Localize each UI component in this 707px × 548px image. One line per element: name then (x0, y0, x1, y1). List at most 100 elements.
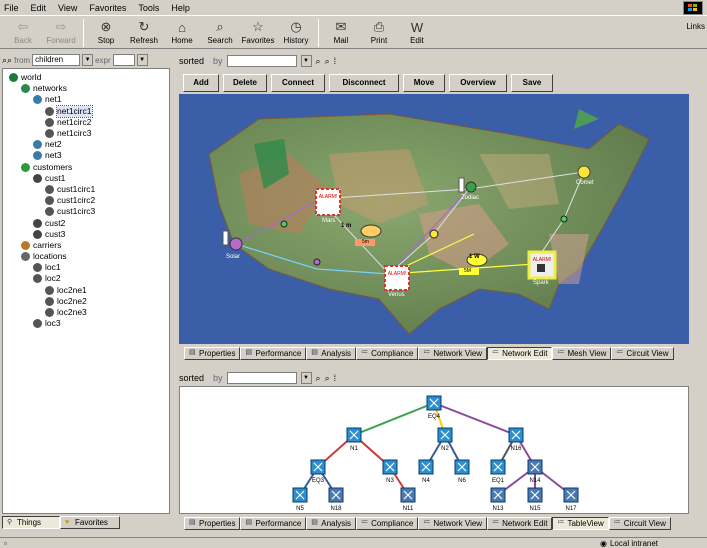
tree-item[interactable]: loc2 (9, 273, 169, 284)
topology-node-n15[interactable]: N15 (527, 487, 543, 512)
tree-item[interactable]: networks (9, 83, 169, 94)
menu-tools[interactable]: Tools (138, 3, 159, 13)
tree-item[interactable]: net1circ2 (9, 117, 169, 128)
binoculars-icon[interactable]: ⌕ (316, 373, 321, 384)
node-zodiac[interactable] (465, 181, 477, 193)
binoculars-icon[interactable]: ⌕⌕ (2, 55, 12, 66)
chevron-down-icon[interactable]: ▼ (82, 54, 94, 66)
node-mars[interactable] (315, 188, 341, 216)
topology-node-n18[interactable]: N18 (328, 487, 344, 512)
tab-properties[interactable]: ▤ Properties (184, 346, 241, 360)
search-button[interactable]: ⌕ Search (201, 17, 239, 45)
sort-icon[interactable]: ⁞ (334, 56, 337, 66)
tab-favorites[interactable]: ♥ Favorites (60, 516, 120, 529)
history-button[interactable]: ◷ History (277, 17, 315, 45)
topology-node-n1[interactable]: N1 (346, 427, 362, 452)
tree-item[interactable]: net2 (9, 139, 169, 150)
stop-button[interactable]: ⊗ Stop (87, 17, 125, 45)
topology-node-n3[interactable]: N3 (382, 459, 398, 484)
save-button[interactable]: Save (511, 74, 553, 92)
menu-view[interactable]: View (58, 3, 77, 13)
topology-node-n5[interactable]: N5 (292, 487, 308, 512)
mail-button[interactable]: ✉ Mail (322, 17, 360, 45)
menu-file[interactable]: File (4, 3, 19, 13)
topology-node-n6[interactable]: N6 (454, 459, 470, 484)
topology-node-eq4[interactable]: EQ4 (426, 395, 442, 420)
tab-properties[interactable]: ▤ Properties (184, 516, 241, 530)
links-label[interactable]: Links (686, 22, 705, 31)
tree-item[interactable]: cust1circ1 (9, 184, 169, 195)
tree-item[interactable]: locations (9, 251, 169, 262)
topology-node-n16[interactable]: N16 (508, 427, 524, 452)
tree-item[interactable]: cust2 (9, 217, 169, 228)
menu-edit[interactable]: Edit (31, 3, 47, 13)
sort-by-select[interactable] (226, 372, 297, 384)
binoculars-icon[interactable]: ⌕ (325, 373, 330, 384)
add-button[interactable]: Add (183, 74, 219, 92)
back-button[interactable]: ⇦ Back (4, 17, 42, 45)
favorites-button[interactable]: ☆ Favorites (239, 17, 277, 45)
tree-item[interactable]: loc2ne2 (9, 296, 169, 307)
topology-node-n11[interactable]: N11 (400, 487, 416, 512)
topology-node-n13[interactable]: N13 (490, 487, 506, 512)
tree-item[interactable]: loc2ne3 (9, 307, 169, 318)
tree-item[interactable]: net1circ3 (9, 128, 169, 139)
menu-help[interactable]: Help (171, 3, 190, 13)
tab-tableview[interactable]: ≔ TableView (552, 516, 609, 530)
network-map[interactable]: ALARM! ALARM! ALARM! 1 m 5m 1 W 5M Solar… (179, 94, 689, 344)
tree-item[interactable]: cust1circ2 (9, 195, 169, 206)
tab-things[interactable]: ⚲ Things (2, 516, 60, 529)
tab-analysis[interactable]: ▤ Analysis (306, 516, 357, 530)
tree-item[interactable]: cust1 (9, 173, 169, 184)
tab-circuit-view[interactable]: ≔ Circuit View (611, 346, 674, 360)
tree-item[interactable]: cust1circ3 (9, 206, 169, 217)
tree-item[interactable]: net1circ1 (9, 104, 169, 118)
tab-compliance[interactable]: ≔ Compliance (356, 516, 419, 530)
topology-node-n17[interactable]: N17 (563, 487, 579, 512)
tab-performance[interactable]: ▤ Performance (240, 346, 307, 360)
delete-button[interactable]: Delete (223, 74, 267, 92)
tab-performance[interactable]: ▤ Performance (240, 516, 307, 530)
topology-node-n4[interactable]: N4 (418, 459, 434, 484)
refresh-button[interactable]: ↻ Refresh (125, 17, 163, 45)
sort-by-select[interactable] (226, 55, 297, 67)
tree-item[interactable]: world (9, 72, 169, 83)
binoculars-icon[interactable]: ⌕ (316, 56, 321, 67)
topology-diagram[interactable]: EQ4 N1 N2 N16 EQ3 N3 N4 N6 EQ1 N14 N5 N18 N11 N13 N15 N… (179, 386, 689, 514)
overview-button[interactable]: Overview (449, 74, 507, 92)
tab-network-view[interactable]: ≔ Network View (418, 346, 488, 360)
tab-network-edit[interactable]: ≔ Network Edit (487, 516, 553, 530)
menu-favorites[interactable]: Favorites (89, 3, 126, 13)
home-button[interactable]: ⌂ Home (163, 17, 201, 46)
sort-icon[interactable]: ⁞ (334, 373, 337, 383)
tree-item[interactable]: loc1 (9, 262, 169, 273)
tab-analysis[interactable]: ▤ Analysis (306, 346, 357, 360)
tree-item[interactable]: customers (9, 162, 169, 173)
topology-node-eq3[interactable]: EQ3 (310, 459, 326, 484)
node-venus[interactable] (384, 265, 410, 291)
expr-input[interactable] (112, 54, 135, 66)
node-comet[interactable] (577, 165, 591, 179)
topology-node-eq1[interactable]: EQ1 (490, 459, 506, 484)
chevron-down-icon[interactable]: ▼ (300, 55, 312, 67)
tab-mesh-view[interactable]: ≔ Mesh View (552, 346, 612, 360)
node-solar[interactable] (229, 237, 243, 251)
tree-item[interactable]: loc3 (9, 318, 169, 329)
print-button[interactable]: ⎙ Print (360, 17, 398, 45)
chevron-down-icon[interactable]: ▼ (136, 54, 148, 66)
tab-network-edit[interactable]: ≔ Network Edit (487, 346, 553, 360)
tree-item[interactable]: carriers (9, 240, 169, 251)
tree-item[interactable]: loc2ne1 (9, 285, 169, 296)
move-button[interactable]: Move (403, 74, 445, 92)
tree-item[interactable]: cust3 (9, 229, 169, 240)
tab-compliance[interactable]: ≔ Compliance (356, 346, 419, 360)
edit-button[interactable]: W Edit (398, 17, 436, 46)
topology-node-n2[interactable]: N2 (437, 427, 453, 452)
connect-button[interactable]: Connect (271, 74, 325, 92)
tab-circuit-view[interactable]: ≔ Circuit View (608, 516, 671, 530)
tab-network-view[interactable]: ≔ Network View (418, 516, 488, 530)
tree-item[interactable]: net1 (9, 94, 169, 105)
chevron-down-icon[interactable]: ▼ (300, 372, 312, 384)
topology-node-n14[interactable]: N14 (527, 459, 543, 484)
from-select[interactable]: children (32, 54, 81, 66)
